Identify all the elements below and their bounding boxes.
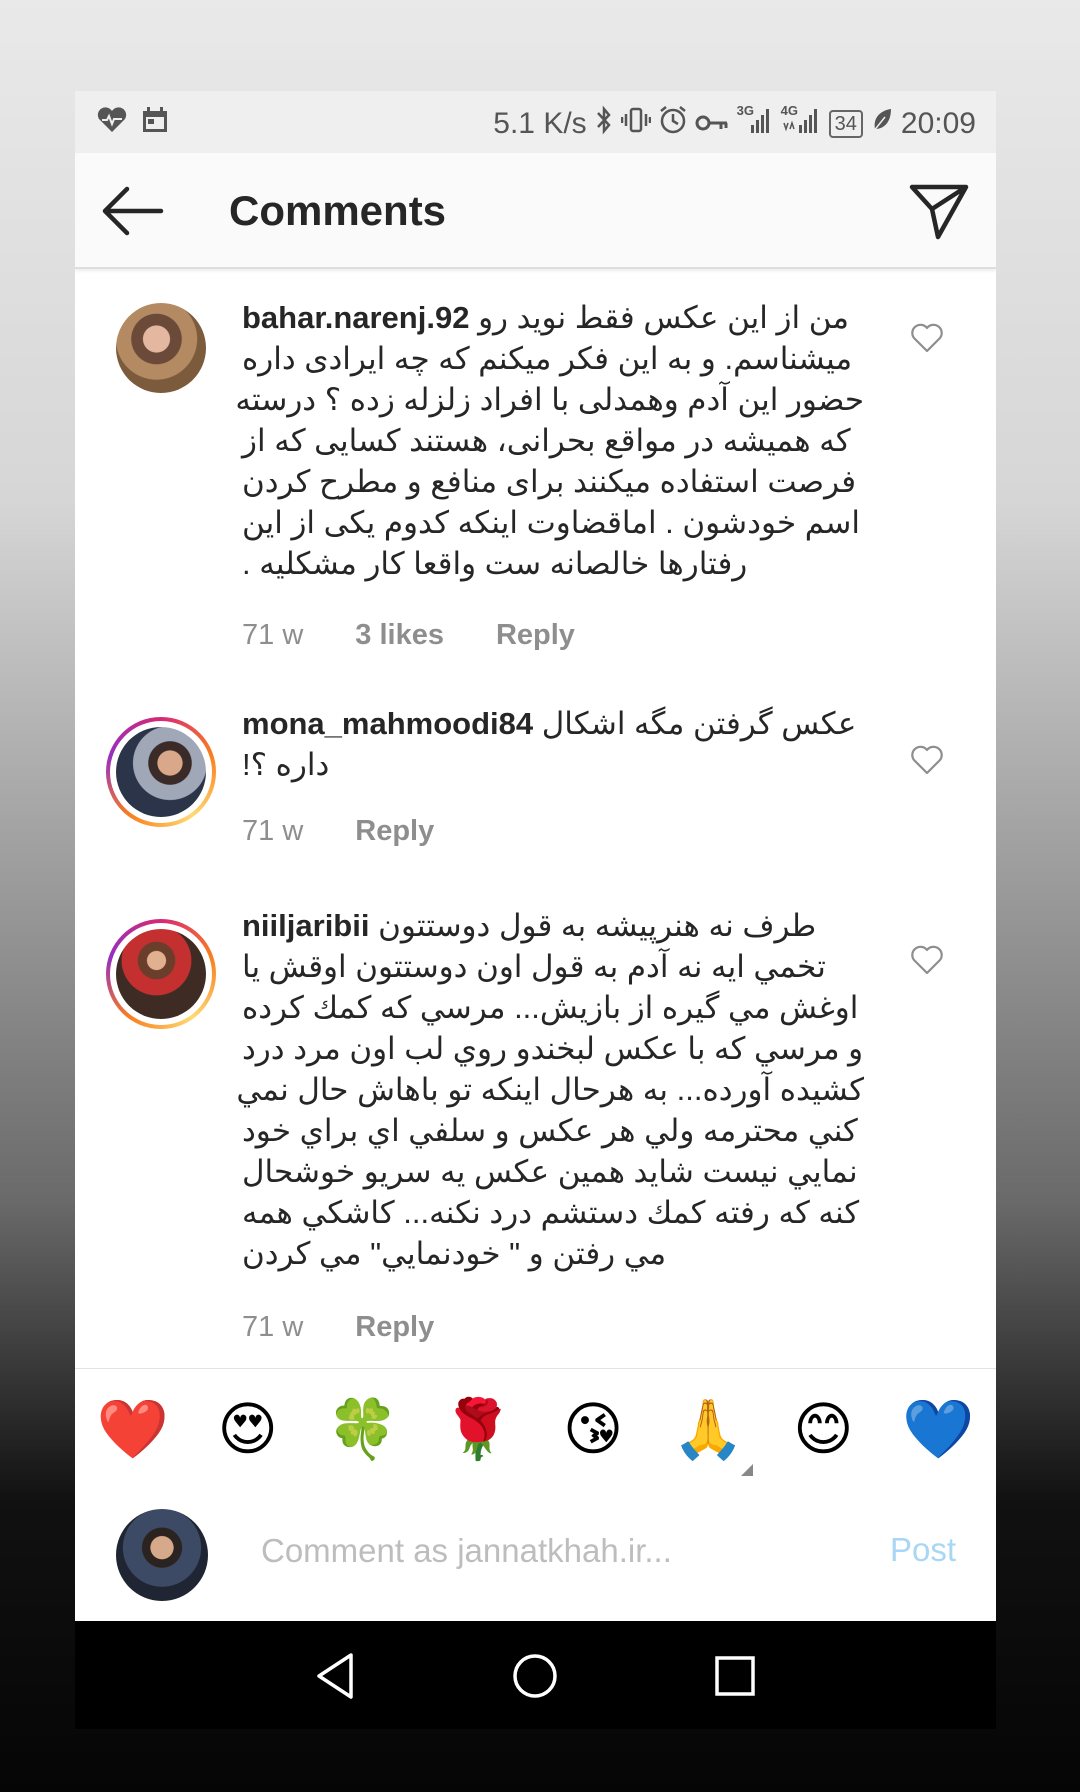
share-button[interactable] <box>908 179 970 241</box>
vibrate-icon <box>620 105 651 142</box>
comment-time: 71 w <box>242 815 304 847</box>
comment-text: niiljaribii طرف نه هنرپیشه به قول دوستتو… <box>236 905 864 1274</box>
network-type-4g: 4G <box>780 103 799 118</box>
arrow-left-icon <box>102 186 164 236</box>
comment-line: اوغش مي گيره از بازيش... مرسي كه كمك كرد… <box>242 990 859 1025</box>
phone-screen: 5.1 K/s 3G 4G 34 20:09 Comments bahar.na… <box>75 91 996 1729</box>
health-heart-icon <box>97 107 127 140</box>
comment-line: طرف نه هنرپیشه به قول دوستتون <box>378 908 817 943</box>
nav-recents-button[interactable] <box>705 1649 765 1703</box>
square-recents-icon <box>715 1656 755 1696</box>
reaction-pray[interactable]: 🙏 <box>668 1395 748 1465</box>
status-bar: 5.1 K/s 3G 4G 34 20:09 <box>75 91 996 153</box>
avatar[interactable] <box>116 727 206 817</box>
comment-line: اسم خودشون . اماقضاوت اینکه کدوم یکی از … <box>242 505 860 540</box>
comment-line: رفتارها خالصانه ست واقعا کار مشکلیه . <box>242 546 748 581</box>
like-heart-icon[interactable] <box>910 745 944 775</box>
reaction-blue-heart[interactable]: 💙 <box>898 1395 978 1465</box>
comment-first-line: bahar.narenj.92 من از این عکس فقط نوید ر… <box>242 297 864 338</box>
comment-text: bahar.narenj.92 من از این عکس فقط نوید ر… <box>235 297 864 584</box>
circle-home-icon <box>513 1654 557 1698</box>
likes-count-button[interactable]: 3 likes <box>355 619 444 652</box>
network-speed: 5.1 K/s <box>493 106 587 140</box>
reply-button[interactable]: Reply <box>355 1311 434 1344</box>
alarm-icon <box>659 105 687 142</box>
nav-home-button[interactable] <box>505 1649 565 1703</box>
reaction-kiss[interactable]: 😘 <box>553 1395 633 1465</box>
my-avatar <box>116 1509 208 1601</box>
comment-first-line: niiljaribii طرف نه هنرپیشه به قول دوستتو… <box>242 905 864 946</box>
reaction-heart[interactable]: ❤️ <box>93 1395 173 1465</box>
comment-line: و مرسي كه با عكس لبخندو روي لب اون مرد د… <box>242 1031 864 1066</box>
battery-indicator: 34 <box>828 109 863 138</box>
comment-username[interactable]: niiljaribii <box>242 908 369 943</box>
comment-line: داره ؟! <box>242 747 330 782</box>
network-type-3g: 3G <box>736 103 755 118</box>
header: Comments <box>75 153 996 269</box>
avatar[interactable] <box>116 303 206 393</box>
story-ring[interactable] <box>106 717 216 827</box>
signal-4g-icon: 4G <box>781 103 821 142</box>
comment-line: تخمي ايه نه آدم به قول اون دوستتون اوقش … <box>242 949 826 984</box>
comment-line: حضور این آدم وهمدلی با افراد زلزله زده ؟… <box>235 382 864 417</box>
comment-first-line: mona_mahmoodi84 عکس گرفتن مگه اشکال <box>242 703 864 744</box>
like-heart-icon[interactable] <box>910 945 944 975</box>
back-button[interactable] <box>101 183 165 239</box>
status-bar-left <box>97 106 169 141</box>
comment-meta: 71 w Reply <box>242 1311 434 1344</box>
comment-time: 71 w <box>242 619 304 651</box>
calendar-icon <box>141 106 169 141</box>
comment-time: 71 w <box>242 1311 304 1343</box>
signal-3g-icon: 3G <box>737 103 773 142</box>
status-bar-right: 5.1 K/s 3G 4G 34 20:09 <box>493 103 976 142</box>
reply-button[interactable]: Reply <box>355 815 434 848</box>
comment-line: مي رفتن و " خودنمايي" مي كردن <box>242 1236 667 1271</box>
comment-line: كنه كه رفته كمك دستشم درد نكنه... كاشكي … <box>242 1195 860 1230</box>
comment-line: كني محترمه ولي هر عكس و سلفي اي براي خود <box>242 1113 858 1148</box>
skin-tone-indicator-icon <box>741 1464 753 1476</box>
reaction-clover[interactable]: 🍀 <box>323 1395 403 1465</box>
nav-back-button[interactable] <box>307 1649 367 1703</box>
paper-plane-icon <box>909 184 969 240</box>
system-nav-bar <box>75 1621 996 1729</box>
bluetooth-icon <box>595 105 613 142</box>
comment-line: كشيده آورده... به هرحال اينكه تو باهاش ح… <box>236 1072 864 1107</box>
avatar[interactable] <box>116 929 206 1019</box>
reaction-smile[interactable]: 😊 <box>783 1395 863 1465</box>
post-button[interactable]: Post <box>890 1531 956 1569</box>
comment-composer: Post <box>75 1491 996 1611</box>
comment-line: که همیشه در مواقع بحرانی، هستند کسایی که… <box>242 423 851 458</box>
reaction-heart-eyes[interactable]: 😍 <box>208 1395 288 1465</box>
comment-line: من از این عکس فقط نوید رو <box>478 300 849 335</box>
comment-text-block: mona_mahmoodi84 عکس گرفتن مگه اشکال داره… <box>242 703 864 785</box>
clock: 20:09 <box>900 106 976 140</box>
comment-line: فرصت استفاده میکنند برای منافع و مطرح کر… <box>242 464 857 499</box>
triangle-back-icon <box>317 1653 353 1699</box>
comment-input[interactable] <box>259 1525 823 1577</box>
reaction-rose[interactable]: 🌹 <box>438 1395 518 1465</box>
quick-reactions-bar: ❤️ 😍 🍀 🌹 😘 🙏 😊 💙 <box>75 1368 996 1492</box>
page-title: Comments <box>229 187 447 234</box>
leaf-power-saving-icon <box>871 107 893 140</box>
reply-button[interactable]: Reply <box>496 619 575 652</box>
comment-username[interactable]: bahar.narenj.92 <box>242 300 469 335</box>
comment-line: نمايي نيست شايد همين عكس يه سريو خوشحال <box>242 1154 858 1189</box>
comment-line: عکس گرفتن مگه اشکال <box>541 706 857 741</box>
like-heart-icon[interactable] <box>910 323 944 353</box>
story-ring[interactable] <box>106 919 216 1029</box>
comment-meta: 71 w 3 likes Reply <box>242 619 575 652</box>
comment-meta: 71 w Reply <box>242 815 434 848</box>
key-icon <box>695 108 729 140</box>
comment-username[interactable]: mona_mahmoodi84 <box>242 706 533 741</box>
comment-line: میشناسم. و به این فکر میکنم که چه ایرادی… <box>242 341 853 376</box>
